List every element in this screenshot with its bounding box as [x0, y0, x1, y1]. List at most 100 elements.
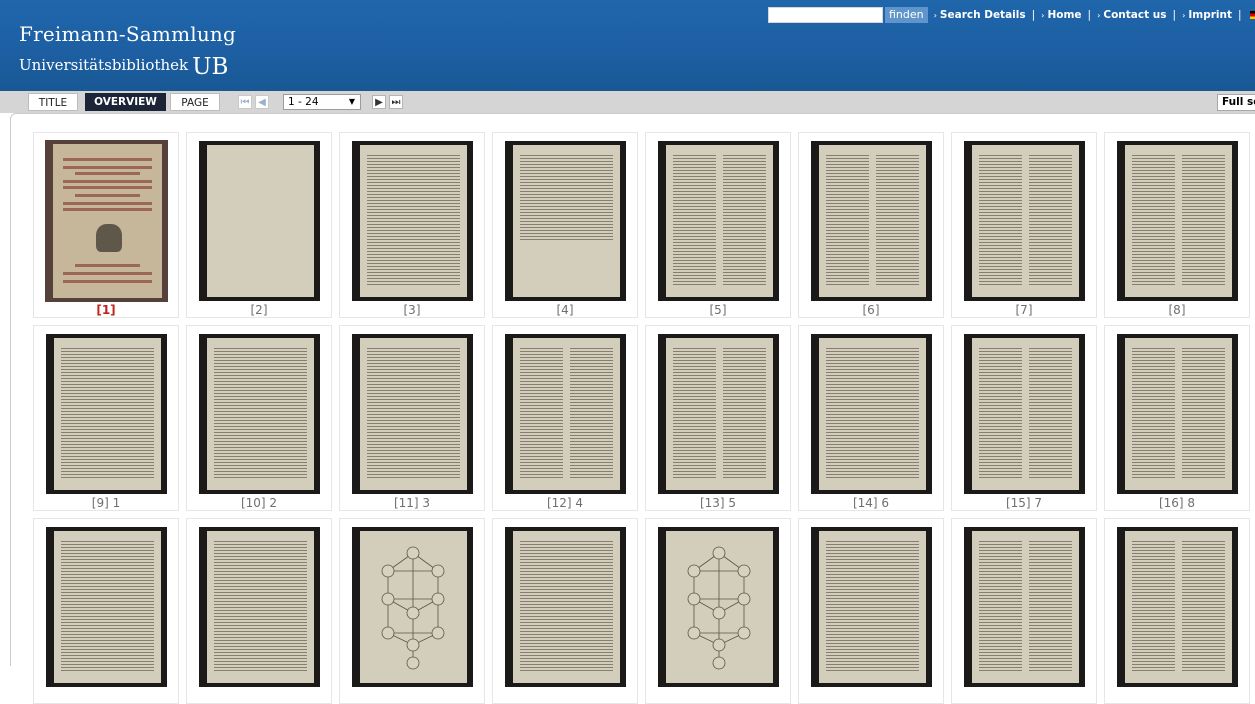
page-thumbnail[interactable]	[964, 527, 1085, 687]
thumbnail-label[interactable]: [5]	[646, 303, 790, 317]
page-thumbnail[interactable]	[505, 527, 626, 687]
site-title[interactable]: Freimann-Sammlung	[19, 22, 236, 46]
tab-page[interactable]: PAGE	[170, 93, 220, 111]
thumbnail-cell[interactable]: [11] 3	[339, 325, 485, 511]
thumbnail-label[interactable]: [10] 2	[187, 496, 331, 510]
page-scan-image	[666, 338, 773, 490]
thumbnail-label[interactable]: [15] 7	[952, 496, 1096, 510]
page-scan-image	[360, 531, 467, 683]
text-block	[214, 348, 307, 478]
thumbnail-label[interactable]: [14] 6	[799, 496, 943, 510]
previous-page-icon[interactable]: ◀	[255, 95, 269, 109]
page-thumbnail[interactable]	[352, 527, 473, 687]
thumbnail-cell[interactable]: [6]	[798, 132, 944, 318]
page-range-select[interactable]: 1 - 24 ▼	[283, 94, 361, 110]
thumbnail-cell[interactable]: [10] 2	[186, 325, 332, 511]
page-thumbnail[interactable]	[964, 141, 1085, 301]
thumbnail-cell[interactable]	[33, 518, 179, 704]
page-thumbnail[interactable]	[964, 334, 1085, 494]
page-scan-image	[207, 338, 314, 490]
next-page-icon[interactable]: ▶	[372, 95, 386, 109]
title-text-line	[63, 280, 152, 283]
thumbnail-cell[interactable]: [8]	[1104, 132, 1250, 318]
thumbnail-cell[interactable]: [9] 1	[33, 325, 179, 511]
thumbnail-cell[interactable]: [15] 7	[951, 325, 1097, 511]
german-flag-icon[interactable]	[1249, 11, 1255, 19]
thumbnail-label[interactable]: [9] 1	[34, 496, 178, 510]
thumbnail-label[interactable]: [16] 8	[1105, 496, 1249, 510]
search-button[interactable]: finden	[885, 7, 928, 23]
page-thumbnail[interactable]	[658, 141, 779, 301]
thumbnail-label[interactable]: [11] 3	[340, 496, 484, 510]
thumbnail-cell[interactable]: [4]	[492, 132, 638, 318]
separator: |	[1172, 9, 1177, 21]
thumbnail-label[interactable]: [13] 5	[646, 496, 790, 510]
thumbnail-label[interactable]: [1]	[34, 303, 178, 317]
library-name[interactable]: Universitätsbibliothek	[19, 56, 188, 74]
page-thumbnail[interactable]	[1117, 527, 1238, 687]
thumbnail-cell[interactable]: [12] 4	[492, 325, 638, 511]
contact-us-link[interactable]: Contact us	[1103, 9, 1166, 21]
thumbnail-cell[interactable]: [13] 5	[645, 325, 791, 511]
page-thumbnail[interactable]	[199, 527, 320, 687]
page-thumbnail[interactable]	[658, 334, 779, 494]
thumbnail-cell[interactable]: [3]	[339, 132, 485, 318]
thumbnail-cell[interactable]: [5]	[645, 132, 791, 318]
page-thumbnail[interactable]	[352, 334, 473, 494]
title-text-line	[63, 158, 152, 161]
text-block	[520, 155, 613, 242]
thumbnail-cell[interactable]	[1104, 518, 1250, 704]
page-thumbnail[interactable]	[505, 334, 626, 494]
thumbnail-cell[interactable]: [16] 8	[1104, 325, 1250, 511]
title-text-line	[63, 166, 152, 169]
imprint-link[interactable]: Imprint	[1188, 9, 1232, 21]
thumbnail-label[interactable]: [2]	[187, 303, 331, 317]
search-details-link[interactable]: Search Details	[940, 9, 1026, 21]
thumbnail-cell[interactable]	[339, 518, 485, 704]
last-page-icon[interactable]: ⏭	[389, 95, 403, 109]
page-thumbnail[interactable]	[1117, 141, 1238, 301]
page-thumbnail[interactable]	[46, 527, 167, 687]
title-text-line	[75, 264, 140, 267]
page-thumbnail[interactable]	[199, 334, 320, 494]
thumbnail-cell[interactable]: [1]	[33, 132, 179, 318]
thumbnail-label[interactable]: [3]	[340, 303, 484, 317]
thumbnail-label[interactable]: [7]	[952, 303, 1096, 317]
thumbnail-label[interactable]: [4]	[493, 303, 637, 317]
thumbnail-label[interactable]: [8]	[1105, 303, 1249, 317]
page-thumbnail[interactable]	[811, 141, 932, 301]
thumbnail-cell[interactable]: [7]	[951, 132, 1097, 318]
thumbnail-cell[interactable]: [2]	[186, 132, 332, 318]
tab-overview[interactable]: OVERVIEW	[85, 93, 166, 111]
page-scan-image	[54, 338, 161, 490]
thumbnail-cell[interactable]	[645, 518, 791, 704]
thumbnail-cell[interactable]	[186, 518, 332, 704]
first-page-icon[interactable]: ⏮	[238, 95, 252, 109]
page-thumbnail[interactable]	[352, 141, 473, 301]
page-thumbnail[interactable]	[199, 141, 320, 301]
page-thumbnail[interactable]	[45, 140, 168, 302]
page-thumbnail[interactable]	[811, 527, 932, 687]
thumbnail-cell[interactable]	[951, 518, 1097, 704]
chevron-down-icon: ▼	[348, 97, 355, 106]
tab-title[interactable]: TITLE	[28, 93, 78, 111]
site-subtitle[interactable]: Universitätsbibliothek UB	[19, 50, 228, 80]
fullscreen-button[interactable]: Full screen	[1217, 94, 1255, 111]
thumbnail-cell[interactable]	[492, 518, 638, 704]
page-thumbnail[interactable]	[46, 334, 167, 494]
page-thumbnail[interactable]	[1117, 334, 1238, 494]
page-thumbnail[interactable]	[811, 334, 932, 494]
page-thumbnail[interactable]	[505, 141, 626, 301]
tree-node-circle	[381, 592, 395, 606]
page-scan-image	[360, 145, 467, 297]
thumbnail-cell[interactable]: [14] 6	[798, 325, 944, 511]
page-thumbnail[interactable]	[658, 527, 779, 687]
sefirot-tree-diagram	[381, 546, 445, 670]
tree-node-circle	[687, 564, 701, 578]
thumbnail-label[interactable]: [6]	[799, 303, 943, 317]
home-link[interactable]: Home	[1047, 9, 1081, 21]
search-input[interactable]	[768, 7, 883, 23]
thumbnail-label[interactable]: [12] 4	[493, 496, 637, 510]
thumbnail-cell[interactable]	[798, 518, 944, 704]
ub-logo[interactable]: UB	[192, 54, 228, 80]
